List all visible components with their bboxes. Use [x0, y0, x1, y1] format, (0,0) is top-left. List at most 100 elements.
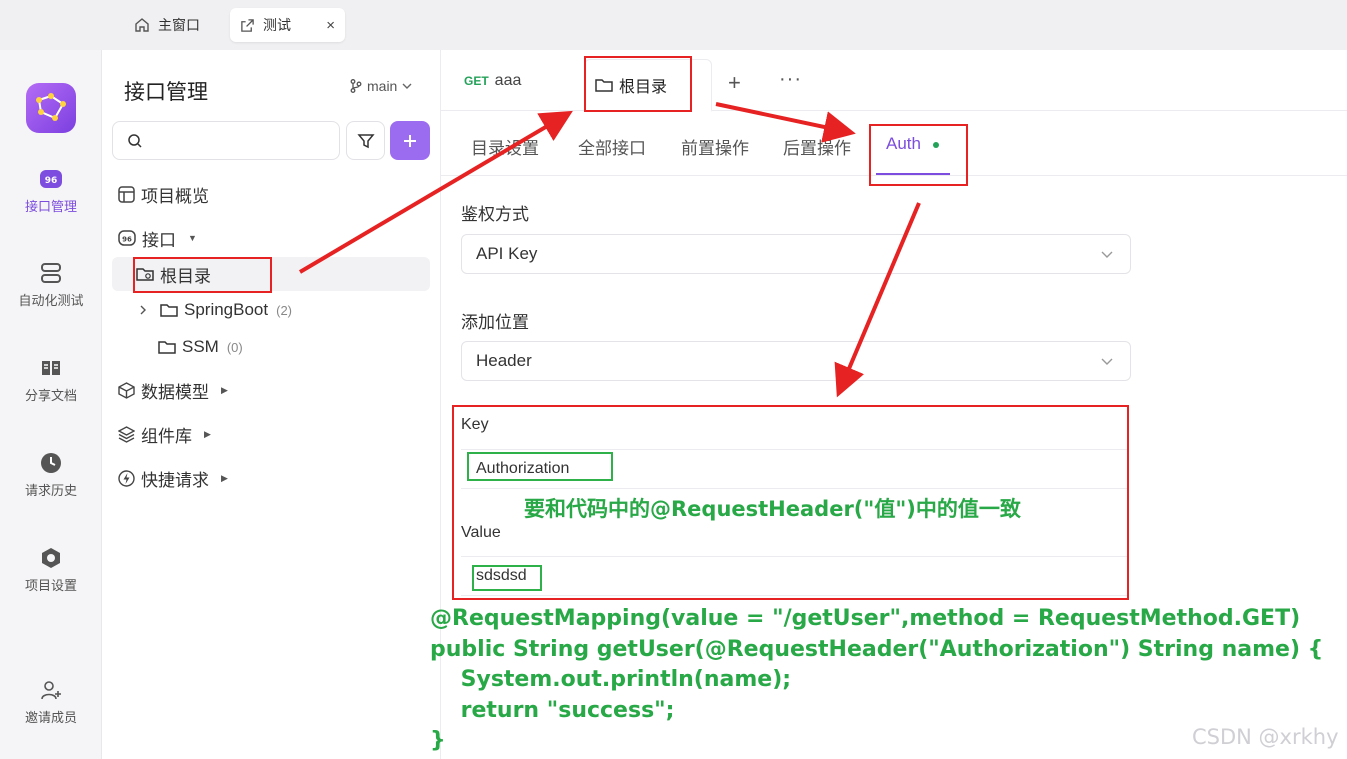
layout-icon — [118, 185, 135, 203]
tab-get-aaa-label: aaa — [494, 71, 522, 89]
tree-item-ssm[interactable]: SSM (0) — [158, 330, 243, 364]
annotation-box-auth-tab — [869, 124, 968, 186]
cube-icon — [118, 381, 135, 399]
caret-right-icon: ▶ — [221, 384, 228, 395]
layers-icon — [118, 425, 135, 443]
http-method-badge: GET — [464, 73, 489, 88]
branch-name: main — [367, 78, 398, 94]
tree-item-springboot[interactable]: SpringBoot (2) — [138, 293, 292, 327]
svg-text:96: 96 — [122, 236, 132, 244]
rail-label-project-settings: 项目设置 — [24, 578, 77, 593]
code-line: @RequestMapping(value = "/getUser",metho… — [430, 606, 1301, 631]
git-branch-icon — [350, 79, 362, 93]
tree-count-ssm: (0) — [226, 339, 243, 355]
api-icon: 96 — [118, 230, 136, 246]
annotation-box-value — [472, 565, 542, 591]
test-window-tab-label: 测试 — [263, 17, 291, 33]
auth-method-select[interactable]: API Key — [461, 234, 1131, 274]
rail-label-api: 接口管理 — [24, 199, 77, 214]
tab-pre-operations[interactable]: 前置操作 — [681, 134, 749, 159]
constellation-logo-icon — [36, 93, 66, 121]
app-logo[interactable] — [26, 83, 76, 133]
code-line: System.out.println(name); — [430, 667, 792, 692]
caret-right-icon: ▶ — [221, 472, 228, 483]
branch-selector[interactable]: main — [350, 78, 412, 94]
more-tabs-button[interactable]: ··· — [779, 68, 802, 91]
tree-label-ssm: SSM — [182, 337, 219, 356]
folder-icon — [158, 341, 176, 354]
external-window-icon — [241, 18, 254, 32]
tree-item-components[interactable]: 组件库 ▶ — [118, 417, 211, 451]
add-user-icon — [41, 681, 61, 700]
chevron-down-icon — [1101, 251, 1113, 258]
annotation-box-root-tree — [133, 257, 272, 293]
watermark: CSDN @xrkhy — [1192, 725, 1339, 749]
settings-icon — [42, 548, 60, 568]
rail-label-invite: 邀请成员 — [24, 710, 77, 725]
caret-down-icon: ▼ — [188, 233, 197, 243]
code-line: return "success"; — [430, 697, 675, 723]
code-line: } — [430, 728, 446, 753]
rail-label-share-docs: 分享文档 — [24, 388, 77, 403]
tree-item-data-models[interactable]: 数据模型 ▶ — [118, 373, 228, 407]
tab-post-operations[interactable]: 后置操作 — [783, 134, 851, 159]
tree-count-springboot: (2) — [276, 302, 293, 318]
book-icon — [42, 361, 60, 375]
rail-label-history: 请求历史 — [24, 483, 77, 498]
panel-title: 接口管理 — [124, 81, 208, 104]
tree-item-quick-requests[interactable]: 快捷请求 ▶ — [118, 461, 228, 495]
location-select[interactable]: Header — [461, 341, 1131, 381]
tree-label-api: 接口 — [142, 230, 176, 250]
filter-button[interactable] — [346, 121, 385, 160]
tab-folder-settings[interactable]: 目录设置 — [471, 134, 539, 159]
annotation-note: 要和代码中的@RequestHeader("值")中的值一致 — [524, 497, 1021, 521]
rail-item-api[interactable]: 96 接口管理 — [0, 168, 102, 215]
search-icon — [128, 133, 142, 148]
tree-label-quick-requests: 快捷请求 — [141, 470, 209, 490]
document-tabs: GET aaa 根目录 + ··· — [441, 50, 1347, 112]
automation-icon — [41, 263, 61, 283]
home-window-tab[interactable]: 主窗口 — [124, 8, 210, 42]
caret-right-icon: ▶ — [204, 428, 211, 439]
tab-get-aaa[interactable]: GET aaa — [464, 50, 521, 111]
rail-item-invite[interactable]: 邀请成员 — [0, 679, 102, 726]
home-icon — [135, 18, 149, 32]
annotation-box-root-tab — [584, 56, 692, 112]
chevron-right-icon — [140, 305, 146, 315]
tree-label-data-models: 数据模型 — [141, 382, 209, 402]
window-titlebar: 主窗口 测试 × — [0, 0, 1347, 50]
new-tab-button[interactable]: + — [728, 70, 741, 96]
rail-item-automation[interactable]: 自动化测试 — [0, 262, 102, 309]
rail-item-project-settings[interactable]: 项目设置 — [0, 547, 102, 594]
auth-method-value: API Key — [476, 244, 538, 263]
lightning-icon — [118, 469, 135, 487]
left-rail: 96 接口管理 自动化测试 分享文档 请求历史 项目设置 邀请成员 — [0, 50, 102, 759]
auth-method-label: 鉴权方式 — [461, 205, 529, 224]
chevron-down-icon — [1101, 358, 1113, 365]
tree-item-api[interactable]: 96 接口 ▼ — [118, 221, 197, 255]
tree-item-overview[interactable]: 项目概览 — [118, 177, 209, 211]
svg-text:96: 96 — [45, 176, 58, 186]
chevron-down-icon — [402, 83, 412, 89]
search-input[interactable] — [112, 121, 340, 160]
api-icon: 96 — [40, 170, 62, 188]
add-button[interactable] — [390, 121, 430, 160]
api-tree-panel: 接口管理 main 项目概览 96 接口 ▼ 根目录 SpringBoot (2… — [102, 50, 441, 759]
tab-all-apis[interactable]: 全部接口 — [578, 134, 646, 159]
home-window-tab-label: 主窗口 — [158, 17, 200, 33]
folder-icon — [160, 304, 178, 317]
tree-label-springboot: SpringBoot — [184, 300, 269, 319]
annotation-box-key — [467, 452, 613, 481]
tree-label-components: 组件库 — [141, 426, 192, 446]
location-label: 添加位置 — [461, 313, 529, 332]
plus-icon — [404, 134, 416, 147]
rail-item-history[interactable]: 请求历史 — [0, 452, 102, 499]
tree-label-overview: 项目概览 — [141, 186, 209, 206]
annotation-code: @RequestMapping(value = "/getUser",metho… — [430, 604, 1323, 757]
close-icon[interactable]: × — [326, 17, 335, 34]
clock-icon — [41, 453, 61, 473]
location-value: Header — [476, 351, 532, 370]
rail-item-share-docs[interactable]: 分享文档 — [0, 357, 102, 404]
rail-label-automation: 自动化测试 — [18, 293, 84, 308]
test-window-tab[interactable]: 测试 × — [230, 8, 345, 42]
